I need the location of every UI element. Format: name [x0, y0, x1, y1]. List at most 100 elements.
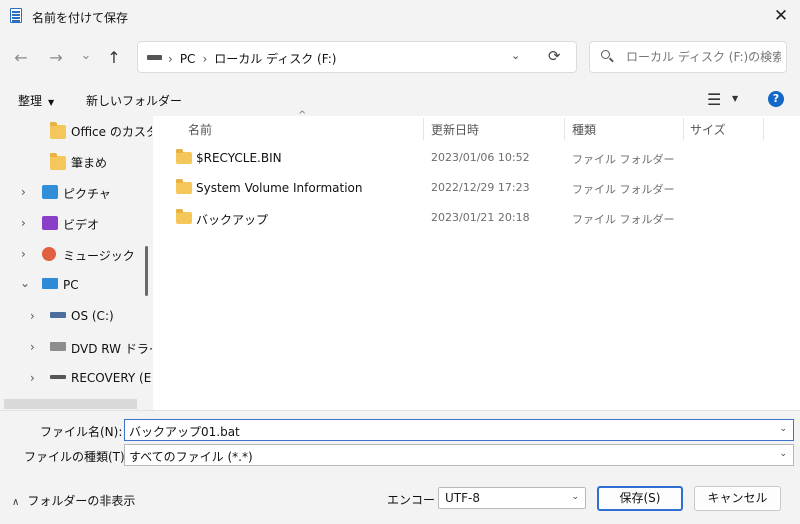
up-button[interactable]: ↑ — [102, 46, 126, 70]
sidebar-item-label: ビデオ — [63, 218, 100, 232]
file-modified: 2023/01/06 10:52 — [431, 151, 530, 164]
sidebar-item-label: ミュージック — [63, 249, 135, 263]
sort-ascending-icon: ^ — [298, 110, 307, 121]
refresh-icon[interactable]: ⟳ — [548, 47, 561, 65]
organize-menu[interactable]: 整理 ▼ — [18, 92, 54, 109]
column-divider[interactable] — [683, 118, 684, 140]
sidebar-item-label: Office のカスタ — [71, 125, 152, 139]
drive-icon — [147, 55, 162, 60]
search-box[interactable] — [589, 41, 787, 73]
chevron-down-icon[interactable]: ⌄ — [511, 49, 520, 62]
chevron-right-icon[interactable]: › — [30, 371, 35, 385]
breadcrumb-pc[interactable]: PC — [180, 52, 196, 66]
hide-folders-button[interactable]: ∧ フォルダーの非表示 — [12, 492, 135, 509]
file-modified: 2022/12/29 17:23 — [431, 181, 530, 194]
recent-locations-button[interactable]: ⌄ — [74, 44, 98, 68]
drive-icon — [50, 375, 66, 379]
search-icon — [601, 50, 610, 59]
address-bar[interactable]: › PC › ローカル ディスク (F:) ⌄ ⟳ — [137, 41, 577, 73]
file-type: ファイル フォルダー — [572, 183, 675, 196]
videos-icon — [42, 216, 58, 230]
column-divider[interactable] — [763, 118, 764, 140]
column-divider[interactable] — [423, 118, 424, 140]
navigation-selection-highlight — [4, 399, 137, 409]
chevron-right-icon[interactable]: › — [21, 216, 26, 230]
forward-button[interactable]: → — [44, 46, 68, 70]
file-row[interactable]: $RECYCLE.BIN 2023/01/06 10:52 ファイル フォルダー — [160, 144, 760, 174]
file-name: $RECYCLE.BIN — [196, 151, 282, 165]
navigation-pane[interactable]: Office のカスタ 筆まめ › ピクチャ › ビデオ › ミュージック ⌄ … — [0, 116, 152, 410]
filetype-select[interactable]: すべてのファイル (*.*) ⌄ — [124, 444, 794, 466]
os-drive-icon — [50, 312, 66, 318]
folder-icon — [176, 179, 192, 194]
file-name: System Volume Information — [196, 181, 363, 195]
file-row[interactable]: System Volume Information 2022/12/29 17:… — [160, 174, 760, 204]
sidebar-item-videos[interactable]: › ビデオ — [0, 209, 150, 239]
folder-icon — [50, 122, 66, 139]
sidebar-item-label: DVD RW ドライ — [71, 342, 152, 356]
column-divider[interactable] — [564, 118, 565, 140]
search-input[interactable] — [626, 48, 781, 66]
sidebar-item-os-drive[interactable]: › OS (C:) — [0, 302, 150, 332]
chevron-up-icon: ∧ — [12, 497, 20, 508]
sidebar-item-pictures[interactable]: › ピクチャ — [0, 178, 150, 208]
new-folder-button[interactable]: 新しいフォルダー — [86, 92, 182, 109]
file-list-scrollbar[interactable] — [786, 116, 800, 410]
sidebar-item-label: OS (C:) — [71, 309, 114, 323]
file-type: ファイル フォルダー — [572, 153, 675, 166]
notepad-icon — [10, 8, 22, 23]
sidebar-item-pc[interactable]: ⌄ PC — [0, 271, 150, 301]
chevron-down-icon[interactable]: ⌄ — [571, 492, 579, 502]
caret-down-icon: ▼ — [48, 98, 55, 107]
sidebar-item-office-templates[interactable]: Office のカスタ — [0, 116, 152, 146]
breadcrumb[interactable]: › PC › ローカル ディスク (F:) — [168, 50, 336, 67]
file-name: バックアップ — [196, 213, 269, 227]
chevron-down-icon[interactable]: ⌄ — [779, 424, 787, 434]
filetype-label: ファイルの種類(T): — [24, 450, 129, 464]
folder-icon — [50, 153, 66, 170]
music-icon — [42, 247, 56, 261]
help-icon[interactable]: ? — [768, 91, 784, 107]
sidebar-item-fudemame[interactable]: 筆まめ — [0, 147, 150, 177]
filetype-value: すべてのファイル (*.*) — [129, 450, 253, 464]
navigation-scrollbar[interactable] — [145, 246, 148, 296]
file-modified: 2023/01/21 20:18 — [431, 211, 530, 224]
sidebar-item-dvd-drive[interactable]: › DVD RW ドライ — [0, 333, 152, 363]
sidebar-item-music[interactable]: › ミュージック — [0, 240, 150, 270]
filename-label: ファイル名(N): — [40, 425, 123, 439]
close-button[interactable]: ✕ — [766, 2, 796, 30]
dvd-drive-icon — [50, 342, 66, 351]
chevron-down-icon[interactable]: ⌄ — [779, 449, 787, 459]
cancel-button[interactable]: キャンセル — [694, 486, 781, 511]
filename-field[interactable]: バックアップ01.bat ⌄ — [124, 419, 794, 441]
breadcrumb-separator: › — [168, 52, 173, 66]
chevron-right-icon[interactable]: › — [21, 185, 26, 199]
folder-icon — [176, 149, 192, 164]
chevron-right-icon[interactable]: › — [30, 309, 35, 323]
hide-folders-label: フォルダーの非表示 — [27, 494, 136, 508]
pictures-icon — [42, 185, 58, 199]
folder-icon — [176, 209, 192, 224]
breadcrumb-separator: › — [202, 52, 208, 66]
column-header-name[interactable]: 名前 — [188, 121, 212, 138]
sidebar-item-label: PC — [63, 278, 79, 292]
sidebar-item-label: RECOVERY (E — [71, 371, 152, 385]
chevron-down-icon[interactable]: ⌄ — [20, 276, 30, 290]
divider — [0, 410, 800, 411]
column-header-type[interactable]: 種類 — [572, 121, 596, 138]
chevron-right-icon[interactable]: › — [30, 340, 35, 354]
back-button[interactable]: ← — [9, 46, 33, 70]
save-button[interactable]: 保存(S) — [597, 486, 683, 511]
chevron-right-icon[interactable]: › — [21, 247, 26, 261]
view-menu-icon[interactable]: ☰ — [707, 90, 721, 109]
encoding-select[interactable]: UTF-8 ⌄ — [438, 487, 586, 509]
sidebar-item-recovery[interactable]: › RECOVERY (E — [0, 364, 152, 394]
window-title: 名前を付けて保存 — [32, 11, 129, 25]
encoding-value: UTF-8 — [445, 491, 480, 505]
file-row[interactable]: バックアップ 2023/01/21 20:18 ファイル フォルダー — [160, 204, 760, 234]
caret-down-icon[interactable]: ▼ — [732, 94, 738, 103]
breadcrumb-local-disk[interactable]: ローカル ディスク (F:) — [214, 52, 336, 66]
column-header-modified[interactable]: 更新日時 — [431, 121, 479, 138]
filename-value[interactable]: バックアップ01.bat — [129, 423, 240, 440]
column-header-size[interactable]: サイズ — [690, 121, 726, 138]
